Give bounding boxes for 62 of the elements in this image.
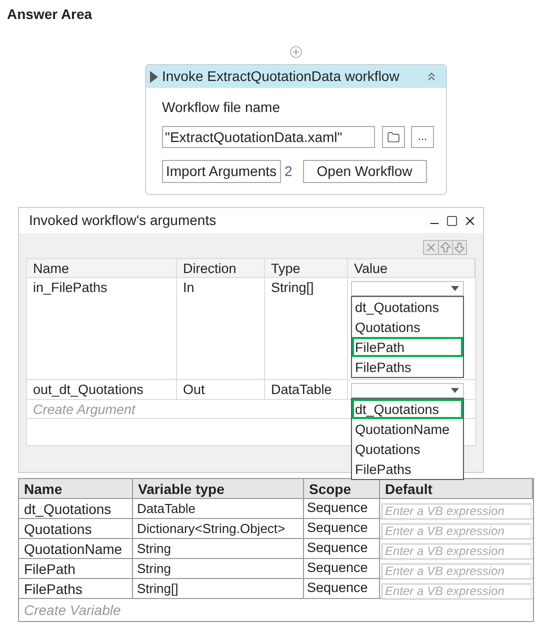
more-button[interactable]: ... [411,126,434,148]
maximize-icon[interactable] [446,214,458,226]
field-label: Workflow file name [162,98,282,117]
table-cell: Quotations [19,519,133,538]
table-cell: QuotationName [19,539,133,558]
default-field[interactable]: Enter a VB expression [381,522,532,540]
column-header: Type [265,259,348,277]
dropdown-option[interactable]: FilePaths [352,357,463,377]
collapse-icon[interactable] [425,70,438,83]
dropdown-option[interactable]: FilePath [352,337,463,357]
table-cell: Sequence [304,539,380,558]
move-down-icon[interactable] [452,241,466,254]
delete-icon[interactable] [424,241,438,254]
dialog-title: Invoked workflow's arguments [29,211,218,230]
default-field[interactable]: Enter a VB expression [381,562,532,580]
table-cell: in_FilePaths [27,278,177,379]
expand-icon[interactable] [150,70,158,82]
table-cell: DataTable [133,499,304,518]
caret-icon [451,286,459,291]
default-field[interactable]: Enter a VB expression [381,542,532,560]
browse-button[interactable] [382,126,405,148]
table-cell: String [133,559,304,578]
column-header: Direction [177,259,265,277]
table-cell: Sequence [304,559,380,578]
column-header: Variable type [133,479,304,498]
table-cell: Sequence [304,579,380,598]
table-cell: String[] [265,278,348,379]
dropdown-option[interactable]: QuotationName [352,419,463,439]
column-header: Value [348,259,475,277]
column-header: Name [27,259,177,277]
column-header: Scope [304,479,380,498]
caret-icon [451,388,459,393]
table-cell: String[] [133,579,304,598]
open-workflow-button[interactable]: Open Workflow [302,160,426,183]
default-field[interactable]: Enter a VB expression [381,582,532,600]
dropdown-option[interactable]: Quotations [352,317,463,337]
table-cell: FilePath [19,559,133,578]
dropdown-option[interactable]: Quotations [352,439,463,459]
table-cell: String [133,539,304,558]
default-field[interactable]: Enter a VB expression [381,502,532,520]
dropdown-option[interactable]: FilePaths [352,459,463,479]
table-cell: FilePaths [19,579,133,598]
table-cell: Dictionary<String.Object> [133,519,304,538]
table-cell: out_dt_Quotations [27,380,177,399]
table-cell: Sequence [304,499,380,518]
activity-title: Invoke ExtractQuotationData workflow [162,67,400,86]
folder-icon [386,130,401,144]
import-arguments-button[interactable]: Import Arguments [162,160,280,183]
add-icon[interactable] [290,46,302,58]
column-header: Default [380,479,533,498]
table-cell: Sequence [304,519,380,538]
column-header: Name [19,479,133,498]
table-cell: DataTable [265,380,348,399]
table-cell: In [177,278,265,379]
move-up-icon[interactable] [438,241,452,254]
argument-count: 2 [284,162,294,181]
table-cell: dt_Quotations [19,499,133,518]
file-name-field[interactable]: "ExtractQuotationData.xaml" [162,126,375,148]
dropdown-option[interactable]: dt_Quotations [352,297,463,317]
dropdown-option[interactable]: dt_Quotations [352,399,463,419]
page-title: Answer Area [7,5,92,24]
table-cell: Out [177,380,265,399]
